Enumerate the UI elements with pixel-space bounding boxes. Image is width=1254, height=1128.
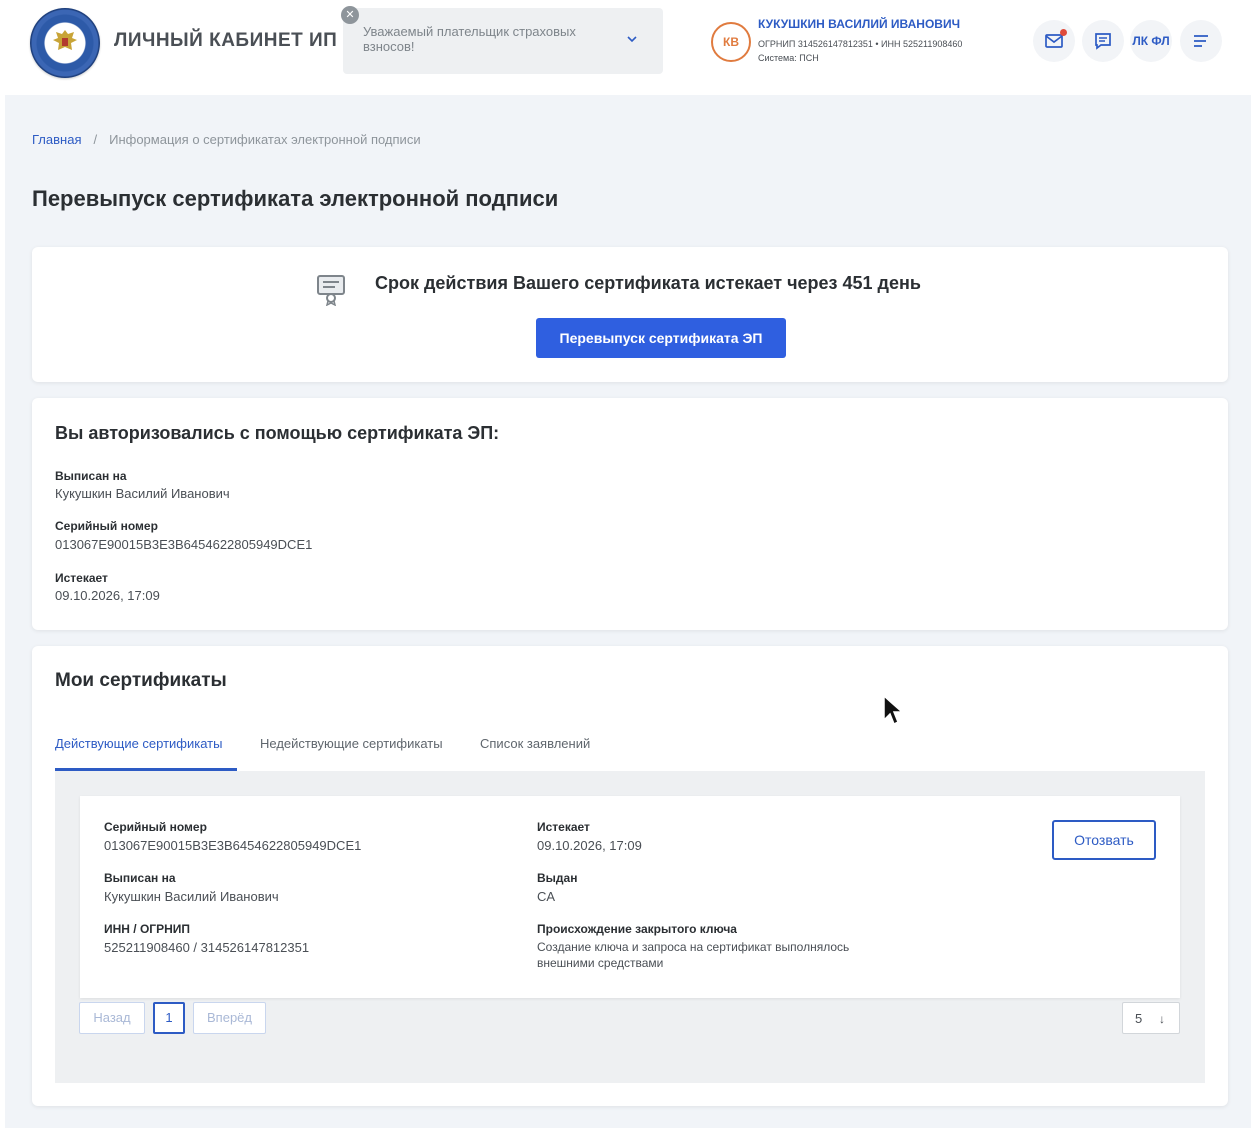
certificate-icon xyxy=(317,275,345,306)
serial-number-label: Серийный номер xyxy=(55,519,158,533)
header: ЛИЧНЫЙ КАБИНЕТ ИП ✕ Уважаемый плательщик… xyxy=(0,0,1254,95)
tab-applications-list[interactable]: Список заявлений xyxy=(480,736,590,751)
item-inn-ogrnip-label: ИНН / ОГРНИП xyxy=(104,922,191,936)
menu-button[interactable] xyxy=(1180,20,1222,62)
chat-button[interactable] xyxy=(1082,20,1124,62)
expires-value: 09.10.2026, 17:09 xyxy=(55,588,160,603)
arrow-down-icon: ↓ xyxy=(1159,1012,1165,1026)
user-tax-system: Система: ПСН xyxy=(758,53,819,63)
expires-label: Истекает xyxy=(55,571,108,585)
user-avatar[interactable]: КВ xyxy=(711,22,751,62)
item-issued-to-label: Выписан на xyxy=(104,871,176,885)
certificate-list-item: Серийный номер 013067E90015B3E3B64546228… xyxy=(80,796,1180,998)
item-expires-label: Истекает xyxy=(537,820,590,834)
prev-page-button[interactable]: Назад xyxy=(79,1002,145,1034)
page-size-value: 5 xyxy=(1135,1011,1143,1026)
page-title: Перевыпуск сертификата электронной подпи… xyxy=(32,186,559,211)
expiry-card: Срок действия Вашего сертификата истекае… xyxy=(32,247,1228,382)
breadcrumb-current: Информация о сертификатах электронной по… xyxy=(109,132,421,147)
unread-dot xyxy=(1060,29,1067,36)
chevron-down-icon[interactable] xyxy=(625,32,639,46)
notice-dropdown[interactable]: ✕ Уважаемый плательщик страховых взносов… xyxy=(341,6,663,74)
item-key-origin-value-line1: Создание ключа и запроса на сертификат в… xyxy=(537,940,850,954)
mail-button[interactable] xyxy=(1033,20,1075,62)
expiry-message: Срок действия Вашего сертификата истекае… xyxy=(375,273,921,293)
mouse-cursor-icon xyxy=(883,694,904,726)
my-certificates-card: Мои сертификаты Действующие сертификаты … xyxy=(32,646,1228,1106)
issued-to-value: Кукушкин Василий Иванович xyxy=(55,486,230,501)
notice-text: Уважаемый плательщик страховых взносов! xyxy=(363,24,576,54)
eagle-emblem-icon xyxy=(53,30,77,50)
auth-card-title: Вы авторизовались с помощью сертификата … xyxy=(55,423,500,443)
item-expires-value: 09.10.2026, 17:09 xyxy=(537,838,642,853)
auth-certificate-card: Вы авторизовались с помощью сертификата … xyxy=(32,398,1228,630)
fns-logo[interactable] xyxy=(30,8,100,78)
revoke-button[interactable]: Отозвать xyxy=(1052,820,1156,860)
item-issuer-label: Выдан xyxy=(537,871,578,885)
tab-inactive-certificates[interactable]: Недействующие сертификаты xyxy=(260,736,443,751)
issued-to-label: Выписан на xyxy=(55,469,127,483)
current-page-button[interactable]: 1 xyxy=(153,1002,185,1034)
certificates-list: Серийный номер 013067E90015B3E3B64546228… xyxy=(55,771,1205,1083)
tab-active-certificates[interactable]: Действующие сертификаты xyxy=(55,736,222,751)
serial-number-value: 013067E90015B3E3B6454622805949DCE1 xyxy=(55,537,313,552)
next-page-button[interactable]: Вперёд xyxy=(193,1002,266,1034)
item-key-origin-label: Происхождение закрытого ключа xyxy=(537,922,737,936)
breadcrumb-home-link[interactable]: Главная xyxy=(32,132,81,147)
chat-icon xyxy=(1095,33,1111,50)
item-inn-ogrnip-value: 525211908460 / 314526147812351 xyxy=(104,940,310,955)
item-issuer-value: CA xyxy=(537,889,556,904)
breadcrumb: Главная / Информация о сертификатах электр… xyxy=(32,132,421,147)
user-ids: ОГРНИП 314526147812351 • ИНН 52521190846… xyxy=(758,39,963,49)
lk-fl-button[interactable]: ЛК ФЛ xyxy=(1130,20,1172,62)
item-serial-value: 013067E90015B3E3B6454622805949DCE1 xyxy=(104,838,362,853)
menu-icon xyxy=(1194,35,1208,47)
breadcrumb-separator: / xyxy=(93,132,98,147)
item-issued-to-value: Кукушкин Василий Иванович xyxy=(104,889,279,904)
close-notice-icon[interactable]: ✕ xyxy=(341,6,359,24)
cabinet-title: ЛИЧНЫЙ КАБИНЕТ ИП xyxy=(114,30,338,51)
page-size-select[interactable]: 5 ↓ xyxy=(1122,1002,1180,1034)
my-certificates-title: Мои сертификаты xyxy=(55,670,227,691)
reissue-certificate-button[interactable]: Перевыпуск сертификата ЭП xyxy=(536,318,786,358)
user-name[interactable]: КУКУШКИН ВАСИЛИЙ ИВАНОВИЧ xyxy=(758,17,960,31)
item-key-origin-value-line2: внешними средствами xyxy=(537,956,664,970)
item-serial-label: Серийный номер xyxy=(104,820,207,834)
